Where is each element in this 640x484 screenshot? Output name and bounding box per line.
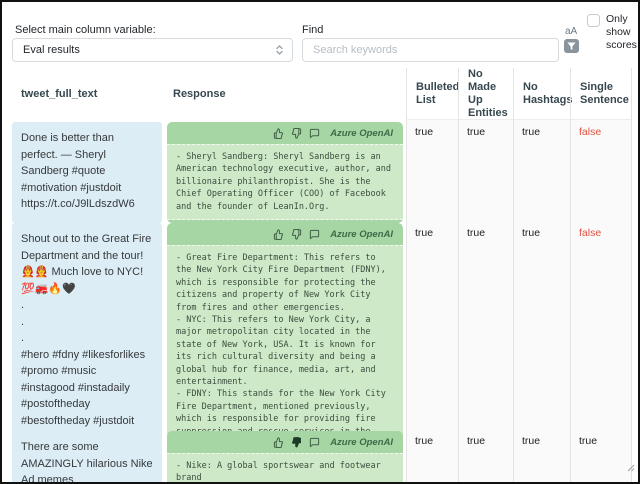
thumbs-up-icon[interactable]	[273, 128, 284, 139]
thumbs-down-icon-selected[interactable]	[291, 437, 302, 448]
provider-label: Azure OpenAI	[330, 437, 393, 448]
only-show-scores-label: Only show scores	[606, 13, 640, 52]
column-header-response[interactable]: Response	[164, 68, 406, 120]
response-header: Azure OpenAI	[167, 122, 403, 144]
score-bulleted-list: true	[406, 429, 458, 484]
thumbs-down-icon[interactable]	[291, 229, 302, 240]
score-bulleted-list: true	[406, 120, 458, 225]
thumbs-down-icon[interactable]	[291, 128, 302, 139]
thumbs-up-icon[interactable]	[273, 229, 284, 240]
tweet-cell[interactable]: There are some AMAZINGLY hilarious Nike …	[12, 429, 164, 484]
filter-button[interactable]	[564, 39, 579, 53]
tweet-text: Done is better than perfect. — Sheryl Sa…	[12, 122, 162, 223]
score-no-made-up-entities: true	[458, 120, 513, 225]
search-input[interactable]	[302, 38, 559, 62]
results-table: tweet_full_text Response Bulleted List N…	[12, 68, 636, 484]
chevron-up-down-icon	[275, 44, 284, 56]
response-cell[interactable]: Azure OpenAI - Nike: A global sportswear…	[164, 429, 406, 484]
comment-icon[interactable]	[309, 229, 320, 240]
find-label: Find	[302, 24, 323, 36]
table-header-row: tweet_full_text Response Bulleted List N…	[12, 68, 636, 120]
column-header-bulleted-list[interactable]: Bulleted List	[406, 68, 458, 120]
provider-label: Azure OpenAI	[330, 128, 393, 139]
funnel-icon	[567, 42, 576, 51]
comment-icon[interactable]	[309, 437, 320, 448]
response-box: Azure OpenAI - Sheryl Sandberg: Sheryl S…	[167, 122, 403, 223]
response-header: Azure OpenAI	[167, 223, 403, 245]
column-header-no-hashtags[interactable]: No Hashtags	[513, 68, 570, 120]
select-main-column-label: Select main column variable:	[15, 24, 156, 36]
score-no-made-up-entities: true	[458, 429, 513, 484]
response-header: Azure OpenAI	[167, 431, 403, 453]
score-no-hashtags: true	[513, 429, 570, 484]
provider-label: Azure OpenAI	[330, 229, 393, 240]
column-header-tweet-full-text[interactable]: tweet_full_text	[12, 68, 164, 120]
table-row: Done is better than perfect. — Sheryl Sa…	[12, 120, 636, 221]
only-show-scores-toggle[interactable]: Only show scores	[587, 13, 640, 52]
score-no-hashtags: true	[513, 120, 570, 225]
main-column-select[interactable]: Eval results	[12, 38, 293, 62]
column-header-single-sentence[interactable]: Single Sentence	[570, 68, 632, 120]
response-text: - Sheryl Sandberg: Sheryl Sandberg is an…	[167, 144, 403, 220]
main-column-select-value: Eval results	[23, 44, 275, 56]
tweet-cell[interactable]: Done is better than perfect. — Sheryl Sa…	[12, 120, 164, 225]
table-row: There are some AMAZINGLY hilarious Nike …	[12, 429, 636, 484]
table-row: Shout out to the Great Fire Department a…	[12, 221, 636, 429]
score-single-sentence: true	[570, 429, 632, 484]
app-window: Select main column variable: Eval result…	[0, 0, 640, 484]
only-show-scores-checkbox[interactable]	[587, 14, 600, 27]
tweet-text: There are some AMAZINGLY hilarious Nike …	[12, 431, 162, 484]
thumbs-up-icon[interactable]	[273, 437, 284, 448]
comment-icon[interactable]	[309, 128, 320, 139]
score-single-sentence: false	[570, 120, 632, 225]
response-box: Azure OpenAI - Nike: A global sportswear…	[167, 431, 403, 484]
column-header-no-made-up-entities[interactable]: No Made Up Entities	[458, 68, 513, 120]
resize-handle-icon[interactable]	[627, 459, 635, 477]
match-case-icon[interactable]: aA	[565, 26, 577, 37]
response-cell[interactable]: Azure OpenAI - Sheryl Sandberg: Sheryl S…	[164, 120, 406, 225]
response-text: - Nike: A global sportswear and footwear…	[167, 453, 403, 484]
